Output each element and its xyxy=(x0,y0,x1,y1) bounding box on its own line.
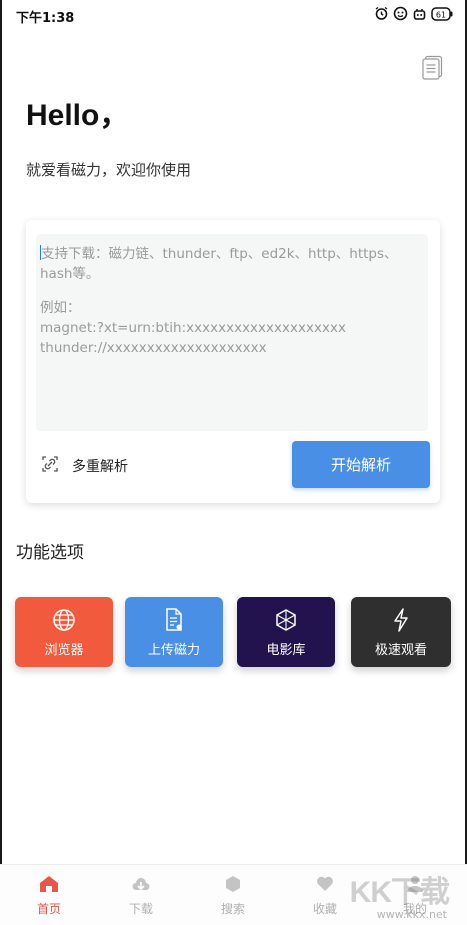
features-title: 功能选项 xyxy=(16,543,84,563)
status-bar: 下午1:38 61 xyxy=(0,0,467,30)
nav-home-label: 首页 xyxy=(36,902,61,916)
fast-watch-label: 极速观看 xyxy=(374,642,427,658)
nav-home[interactable]: 首页 xyxy=(19,875,79,917)
cube-icon xyxy=(273,607,299,633)
nav-search-label: 搜索 xyxy=(220,902,245,916)
welcome-text: 就爱看磁力，欢迎你使用 xyxy=(26,161,192,179)
globe-icon xyxy=(51,607,77,633)
features-row: 浏览器 上传磁力 电影库 极速观看 xyxy=(15,597,451,667)
parser-card: 支持下载：磁力链、thunder、ftp、ed2k、http、https、 ha… xyxy=(26,220,440,503)
example-thunder: thunder://xxxxxxxxxxxxxxxxxxxx xyxy=(40,340,267,356)
fast-watch-tile[interactable]: 极速观看 xyxy=(351,597,451,667)
placeholder-line-1: 支持下载：磁力链、thunder、ftp、ed2k、http、https、 xyxy=(40,245,398,262)
start-parse-button[interactable]: 开始解析 xyxy=(292,441,430,488)
multi-parse-toggle[interactable]: 多重解析 xyxy=(40,454,128,478)
status-icons: 61 xyxy=(374,6,453,21)
home-icon xyxy=(39,875,59,896)
alarm-icon xyxy=(374,6,389,21)
nav-download-label: 下载 xyxy=(128,902,153,916)
download-icon xyxy=(131,875,151,896)
link-icon xyxy=(40,454,60,478)
movie-library-tile[interactable]: 电影库 xyxy=(237,597,335,667)
browser-tile[interactable]: 浏览器 xyxy=(15,597,113,667)
battery-icon: 61 xyxy=(431,6,453,21)
lightning-icon xyxy=(390,607,412,633)
upload-magnet-tile[interactable]: 上传磁力 xyxy=(125,597,223,667)
multi-parse-label: 多重解析 xyxy=(72,459,128,475)
heart-icon xyxy=(315,875,335,896)
watermark-url: www.kkx.net xyxy=(376,908,447,921)
nav-favorites[interactable]: 收藏 xyxy=(295,875,355,917)
battery-level: 61 xyxy=(436,10,446,19)
browser-label: 浏览器 xyxy=(44,642,84,658)
nav-download[interactable]: 下载 xyxy=(111,875,171,917)
search-hex-icon xyxy=(223,875,243,896)
status-time: 下午1:38 xyxy=(16,11,75,26)
watermark-logo: KK下载 xyxy=(349,876,450,909)
upload-magnet-label: 上传磁力 xyxy=(147,642,200,658)
example-label: 例如： xyxy=(40,300,81,316)
placeholder-line-2: hash等。 xyxy=(40,266,100,282)
movie-library-label: 电影库 xyxy=(266,642,306,658)
example-magnet: magnet:?xt=urn:btih:xxxxxxxxxxxxxxxxxxxx xyxy=(40,320,346,336)
site-watermark: KK下载 www.kkx.net xyxy=(349,865,450,923)
face-icon xyxy=(393,6,408,21)
nav-favorites-label: 收藏 xyxy=(312,902,337,916)
robot-icon xyxy=(412,6,427,21)
history-doc-icon[interactable] xyxy=(421,55,445,85)
upload-doc-icon xyxy=(162,607,186,633)
greeting-title: Hello， xyxy=(26,99,130,132)
nav-search[interactable]: 搜索 xyxy=(203,875,263,917)
link-input[interactable]: 支持下载：磁力链、thunder、ftp、ed2k、http、https、 ha… xyxy=(36,234,428,431)
